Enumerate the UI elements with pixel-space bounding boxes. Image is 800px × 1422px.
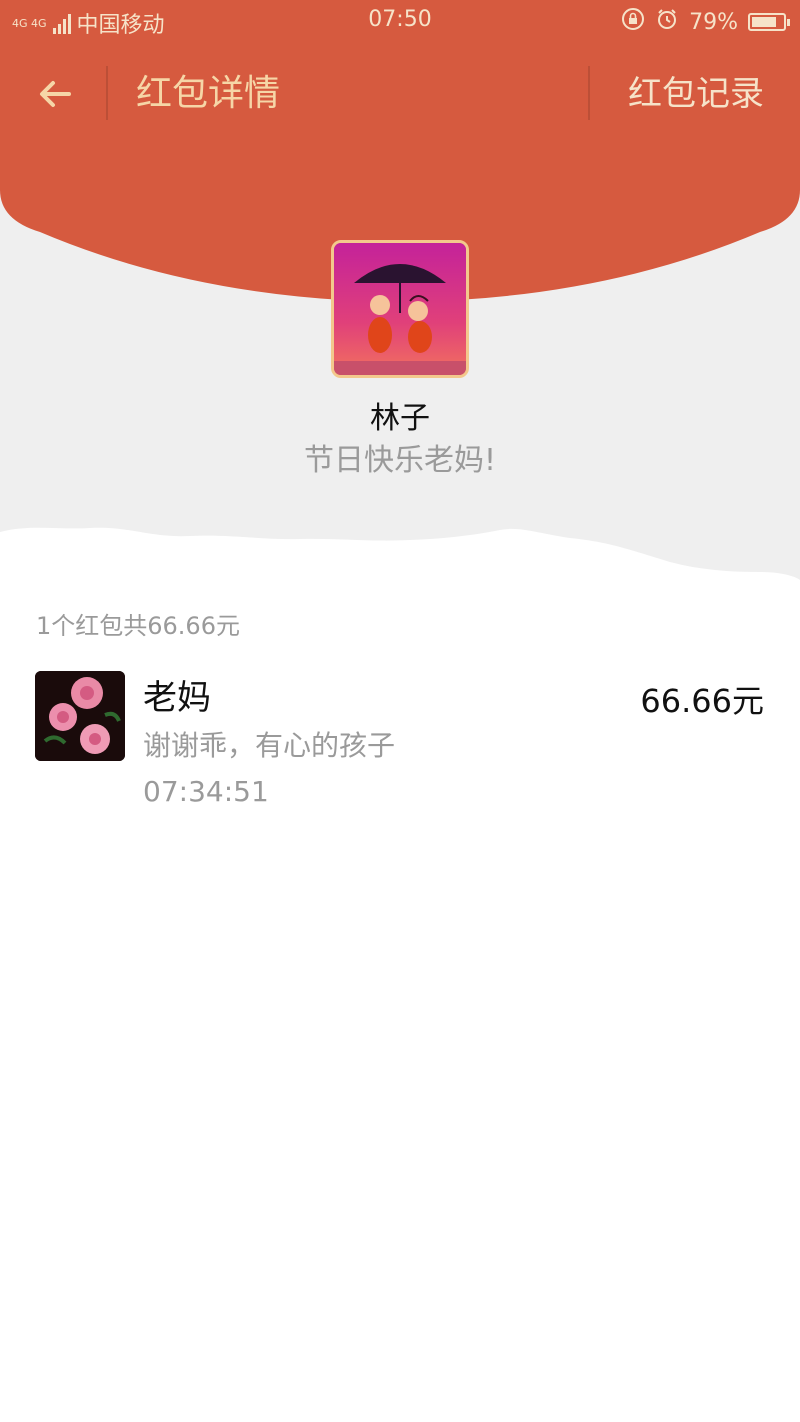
greeting-message: 节日快乐老妈! (303, 443, 497, 478)
back-arrow-icon (40, 81, 71, 107)
status-bar: 4G 4G 中国移动 07:50 79% (0, 0, 800, 42)
summary-text: 1个红包共66.66元 (36, 612, 240, 640)
receiver-avatar[interactable] (35, 671, 125, 761)
nav-divider (588, 66, 590, 120)
alarm-icon (655, 7, 679, 37)
page-title: 红包详情 (136, 73, 281, 114)
list-item[interactable]: 老妈 谢谢乖，有心的孩子 07:34:51 66.66元 (0, 660, 800, 820)
status-right: 79% (621, 7, 790, 37)
avatar-image (334, 243, 466, 375)
receive-time: 07:34:51 (143, 775, 269, 808)
received-amount: 66.66元 (640, 682, 764, 720)
rotation-lock-icon (621, 7, 645, 37)
records-link[interactable]: 红包记录 (628, 70, 764, 118)
receiver-message: 谢谢乖，有心的孩子 (143, 729, 396, 762)
back-button[interactable] (28, 70, 82, 118)
battery-percent: 79% (689, 9, 738, 35)
avatar-image (35, 671, 125, 761)
receiver-name: 老妈 (143, 678, 211, 718)
sender-avatar[interactable] (331, 240, 469, 378)
nav-divider (106, 66, 108, 120)
battery-icon (748, 13, 790, 31)
battery-level (752, 17, 776, 27)
torn-paper-edge (0, 520, 800, 590)
sender-name: 林子 (370, 401, 430, 436)
